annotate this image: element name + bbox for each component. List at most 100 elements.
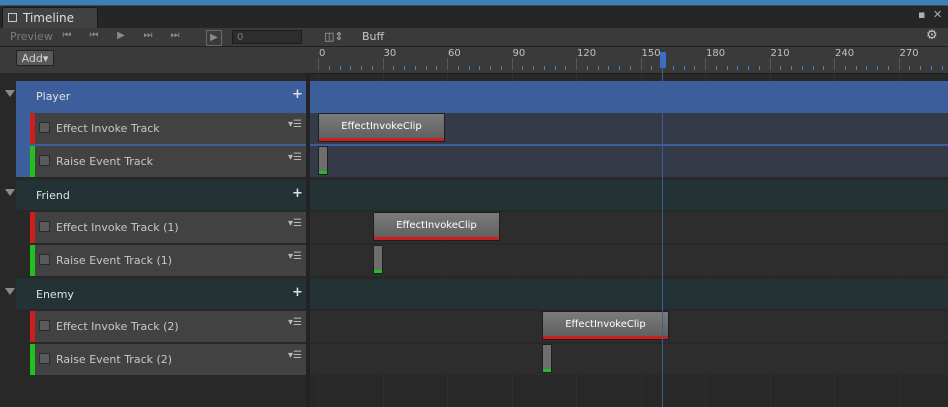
tab-timeline[interactable]: Timeline — [2, 7, 98, 28]
ruler-major-tick — [447, 58, 448, 70]
track-menu-icon[interactable]: ▾☰ — [288, 119, 302, 130]
ruler-label: 120 — [577, 48, 597, 59]
track-lane[interactable] — [310, 245, 948, 276]
ruler-label: 240 — [835, 48, 855, 59]
track-menu-icon[interactable]: ▾☰ — [288, 251, 302, 262]
track-view-toggle-icon[interactable]: ◫⇕ — [324, 30, 344, 43]
track-header[interactable]: Raise Event Track (2) ▾☰ — [30, 344, 306, 375]
marker-green-underline — [319, 171, 327, 174]
ruler-minor-tick — [371, 66, 373, 70]
ruler-minor-tick — [457, 66, 459, 70]
clip-red-underline — [543, 336, 668, 339]
clip-label: EffectInvokeClip — [341, 121, 422, 132]
ruler-label: 0 — [319, 48, 326, 59]
ruler-minor-tick — [619, 66, 620, 70]
ruler-minor-tick — [533, 66, 534, 70]
add-track-plus-icon[interactable]: + — [292, 285, 303, 300]
ruler-minor-tick — [909, 66, 911, 70]
ruler-major-tick — [511, 58, 513, 70]
ruler-minor-tick — [404, 66, 405, 70]
group-lane-friend — [310, 180, 948, 210]
track-type-icon — [39, 155, 50, 166]
ruler-minor-tick — [844, 66, 846, 70]
panel-divider[interactable] — [306, 73, 310, 407]
gear-icon[interactable]: ⚙ — [926, 28, 938, 43]
ruler-minor-tick — [436, 66, 438, 70]
track-menu-icon[interactable]: ▾☰ — [288, 317, 302, 328]
track-menu-icon[interactable]: ▾☰ — [288, 350, 302, 361]
track-header[interactable]: Effect Invoke Track ▾☰ — [30, 113, 306, 144]
ruler-minor-tick — [350, 66, 352, 70]
add-button[interactable]: Add▾ — [16, 50, 54, 66]
clip-red-underline — [374, 237, 499, 240]
goto-start-icon[interactable]: ⏮ — [58, 28, 76, 44]
raise-event-marker[interactable] — [318, 146, 328, 175]
ruler-minor-tick — [758, 66, 760, 70]
track-type-icon — [39, 320, 50, 331]
effect-invoke-clip[interactable]: EffectInvokeClip — [542, 311, 669, 340]
group-label: Friend — [36, 189, 70, 202]
ruler-label: 180 — [706, 48, 726, 59]
group-lane-enemy — [310, 279, 948, 309]
track-header[interactable]: Raise Event Track (1) ▾☰ — [30, 245, 306, 276]
ruler-minor-tick — [651, 66, 653, 70]
track-lane[interactable] — [310, 146, 948, 177]
ruler-label: 270 — [899, 48, 919, 59]
ruler-label: 90 — [512, 48, 526, 59]
track-header[interactable]: Raise Event Track ▾☰ — [30, 146, 306, 177]
raise-event-marker[interactable] — [542, 344, 552, 373]
preview-button[interactable]: Preview — [10, 30, 53, 43]
ruler-minor-tick — [812, 66, 814, 70]
collapse-triangle-icon[interactable] — [5, 90, 15, 97]
track-lane[interactable] — [310, 344, 948, 375]
marker-green-underline — [374, 270, 382, 273]
prev-frame-icon[interactable]: ⏮ — [85, 28, 103, 44]
track-color-bar — [30, 245, 35, 276]
add-track-plus-icon[interactable]: + — [292, 186, 303, 201]
collapse-triangle-icon[interactable] — [5, 189, 15, 196]
track-menu-icon[interactable]: ▾☰ — [288, 152, 302, 163]
effect-invoke-clip[interactable]: EffectInvokeClip — [318, 113, 445, 142]
track-menu-icon[interactable]: ▾☰ — [288, 218, 302, 229]
ruler-minor-tick — [479, 66, 481, 70]
frame-input[interactable]: 0 — [232, 30, 302, 44]
ruler-minor-tick — [748, 66, 749, 70]
ruler-minor-tick — [629, 66, 631, 70]
ruler-minor-tick — [715, 66, 717, 70]
play-icon[interactable]: ▶ — [112, 28, 130, 44]
frame-toggle-icon[interactable]: ▶ — [206, 30, 222, 46]
ruler-minor-tick — [414, 66, 416, 70]
track-type-icon — [39, 221, 50, 232]
menu-icon[interactable]: ▪ — [918, 8, 925, 21]
ruler-major-tick — [640, 58, 642, 70]
raise-event-marker[interactable] — [373, 245, 383, 274]
ruler-minor-tick — [500, 66, 502, 70]
ruler-label: 150 — [641, 48, 661, 59]
goto-end-icon[interactable]: ⏭ — [166, 28, 184, 44]
ruler-minor-tick — [791, 66, 792, 70]
track-color-bar — [30, 212, 35, 243]
close-icon[interactable]: ✕ — [933, 8, 942, 21]
track-label: Raise Event Track (1) — [56, 254, 173, 267]
ruler-minor-tick — [543, 66, 545, 70]
track-label: Effect Invoke Track (2) — [56, 320, 179, 333]
add-track-plus-icon[interactable]: + — [292, 87, 303, 102]
ruler-minor-tick — [672, 66, 674, 70]
effect-invoke-clip[interactable]: EffectInvokeClip — [373, 212, 500, 241]
ruler-major-tick — [705, 58, 706, 70]
track-header[interactable]: Effect Invoke Track (2) ▾☰ — [30, 311, 306, 342]
playhead-handle[interactable] — [660, 52, 666, 68]
collapse-triangle-icon[interactable] — [5, 288, 15, 295]
track-header[interactable]: Effect Invoke Track (1) ▾☰ — [30, 212, 306, 243]
ruler-minor-tick — [877, 66, 878, 70]
track-color-bar — [30, 344, 35, 375]
track-type-icon — [39, 353, 50, 364]
ruler-major-tick — [318, 58, 319, 70]
ruler-minor-tick — [361, 66, 362, 70]
ruler-label: 30 — [383, 48, 397, 59]
tab-bar — [0, 5, 948, 27]
ruler-minor-tick — [565, 66, 567, 70]
track-color-bar — [30, 113, 35, 144]
next-frame-icon[interactable]: ⏭ — [139, 28, 157, 44]
ruler-minor-tick — [608, 66, 610, 70]
